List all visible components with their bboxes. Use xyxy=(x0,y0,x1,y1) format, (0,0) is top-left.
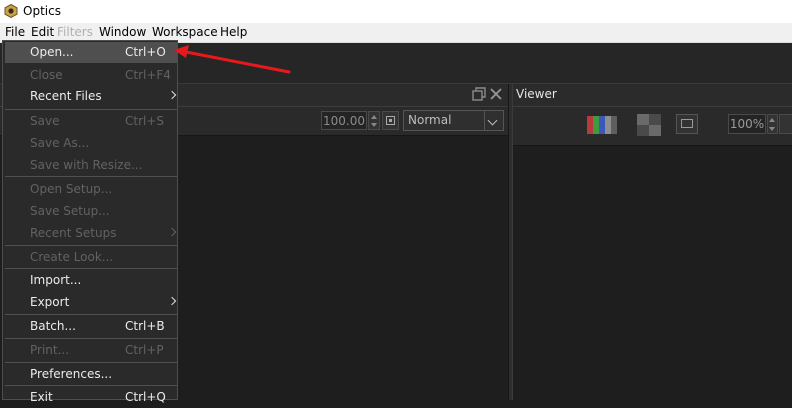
menu-item-open-setup[interactable]: Open Setup... xyxy=(5,179,177,200)
app-icon xyxy=(4,4,18,18)
menu-help[interactable]: Help xyxy=(220,25,247,39)
menu-item-save-as[interactable]: Save As... xyxy=(5,133,177,154)
chevron-down-icon[interactable] xyxy=(371,123,377,127)
chevron-up-icon[interactable] xyxy=(769,118,775,122)
menu-item-save-setup[interactable]: Save Setup... xyxy=(5,201,177,222)
zoom-stepper[interactable] xyxy=(767,114,778,134)
zoom-input[interactable]: 100% xyxy=(728,114,766,134)
menu-item-label: Close xyxy=(30,68,63,82)
menu-separator xyxy=(5,245,177,246)
amount-input[interactable]: 100.00 xyxy=(321,111,367,130)
menu-item-open[interactable]: Open... Ctrl+O xyxy=(5,42,177,63)
chevron-right-icon xyxy=(167,296,177,306)
menu-item-preferences[interactable]: Preferences... xyxy=(5,364,177,385)
menu-item-create-look[interactable]: Create Look... xyxy=(5,247,177,268)
menu-item-print[interactable]: Print... Ctrl+P xyxy=(5,340,177,361)
chevron-right-icon xyxy=(167,227,177,237)
menu-item-label: Preferences... xyxy=(30,367,113,381)
menu-item-label: Print... xyxy=(30,343,70,357)
file-menu-dropdown: Open... Ctrl+O Close Ctrl+F4 Recent File… xyxy=(2,40,178,404)
menu-edit[interactable]: Edit xyxy=(31,25,54,39)
menu-item-label: Import... xyxy=(30,273,82,287)
blend-mode-value: Normal xyxy=(408,113,452,127)
viewer-header: Viewer xyxy=(513,84,792,107)
menu-item-save-with-resize[interactable]: Save with Resize... xyxy=(5,155,177,176)
menu-separator xyxy=(5,338,177,339)
zoom-fit-icon[interactable] xyxy=(779,114,792,134)
menu-item-label: Save As... xyxy=(30,136,90,150)
menu-item-label: Recent Setups xyxy=(30,226,117,240)
menu-item-label: Exit xyxy=(30,390,53,404)
amount-stepper[interactable] xyxy=(368,111,380,130)
menu-item-label: Recent Files xyxy=(30,89,102,103)
menu-item-shortcut: Ctrl+S xyxy=(125,114,165,128)
menu-separator xyxy=(5,362,177,363)
menu-item-shortcut: Ctrl+F4 xyxy=(125,68,171,82)
viewer-panel: Viewer 100% xyxy=(513,84,792,400)
menu-item-shortcut: Ctrl+O xyxy=(125,45,166,59)
viewer-toolbar: 100% xyxy=(513,107,792,146)
menu-item-close[interactable]: Close Ctrl+F4 xyxy=(5,65,177,86)
menu-item-label: Save with Resize... xyxy=(30,158,143,172)
menu-separator xyxy=(5,176,177,177)
blend-mode-select[interactable]: Normal xyxy=(403,110,504,131)
menu-item-export[interactable]: Export xyxy=(5,292,177,313)
menu-item-save[interactable]: Save Ctrl+S xyxy=(5,111,177,132)
menu-separator xyxy=(5,385,177,386)
checkerboard-icon[interactable] xyxy=(637,114,661,136)
menu-item-shortcut: Ctrl+Q xyxy=(125,390,166,404)
menu-item-shortcut: Ctrl+B xyxy=(125,319,165,333)
menu-item-label: Open... xyxy=(30,45,74,59)
window-title: Optics xyxy=(23,4,61,18)
menu-item-shortcut: Ctrl+P xyxy=(125,343,164,357)
menu-item-label: Open Setup... xyxy=(30,182,113,196)
rgb-channels-icon[interactable] xyxy=(587,116,619,134)
image-icon[interactable] xyxy=(676,114,698,134)
menu-item-label: Save xyxy=(30,114,60,128)
close-icon[interactable] xyxy=(489,87,503,101)
menu-item-label: Export xyxy=(30,295,70,309)
menu-item-label: Batch... xyxy=(30,319,76,333)
viewer-title: Viewer xyxy=(516,87,557,101)
menu-separator xyxy=(5,109,177,110)
menu-item-batch[interactable]: Batch... Ctrl+B xyxy=(5,316,177,337)
menu-workspace[interactable]: Workspace xyxy=(152,25,218,39)
menu-item-recent-files[interactable]: Recent Files xyxy=(5,86,177,107)
menu-item-label: Create Look... xyxy=(30,250,114,264)
restore-icon[interactable] xyxy=(472,87,486,101)
target-icon[interactable] xyxy=(382,111,399,130)
menu-window[interactable]: Window xyxy=(99,25,146,39)
menu-filters[interactable]: Filters xyxy=(57,25,93,39)
chevron-down-icon[interactable] xyxy=(484,111,503,130)
menu-file[interactable]: File xyxy=(5,25,25,39)
menu-item-import[interactable]: Import... xyxy=(5,270,177,291)
menu-item-recent-setups[interactable]: Recent Setups xyxy=(5,223,177,244)
chevron-right-icon xyxy=(167,90,177,100)
chevron-down-icon[interactable] xyxy=(769,127,775,131)
title-bar: Optics xyxy=(0,0,792,23)
menu-separator xyxy=(5,268,177,269)
chevron-up-icon[interactable] xyxy=(371,115,377,119)
menu-separator xyxy=(5,314,177,315)
menu-item-exit[interactable]: Exit Ctrl+Q xyxy=(5,387,177,408)
menu-item-label: Save Setup... xyxy=(30,204,110,218)
